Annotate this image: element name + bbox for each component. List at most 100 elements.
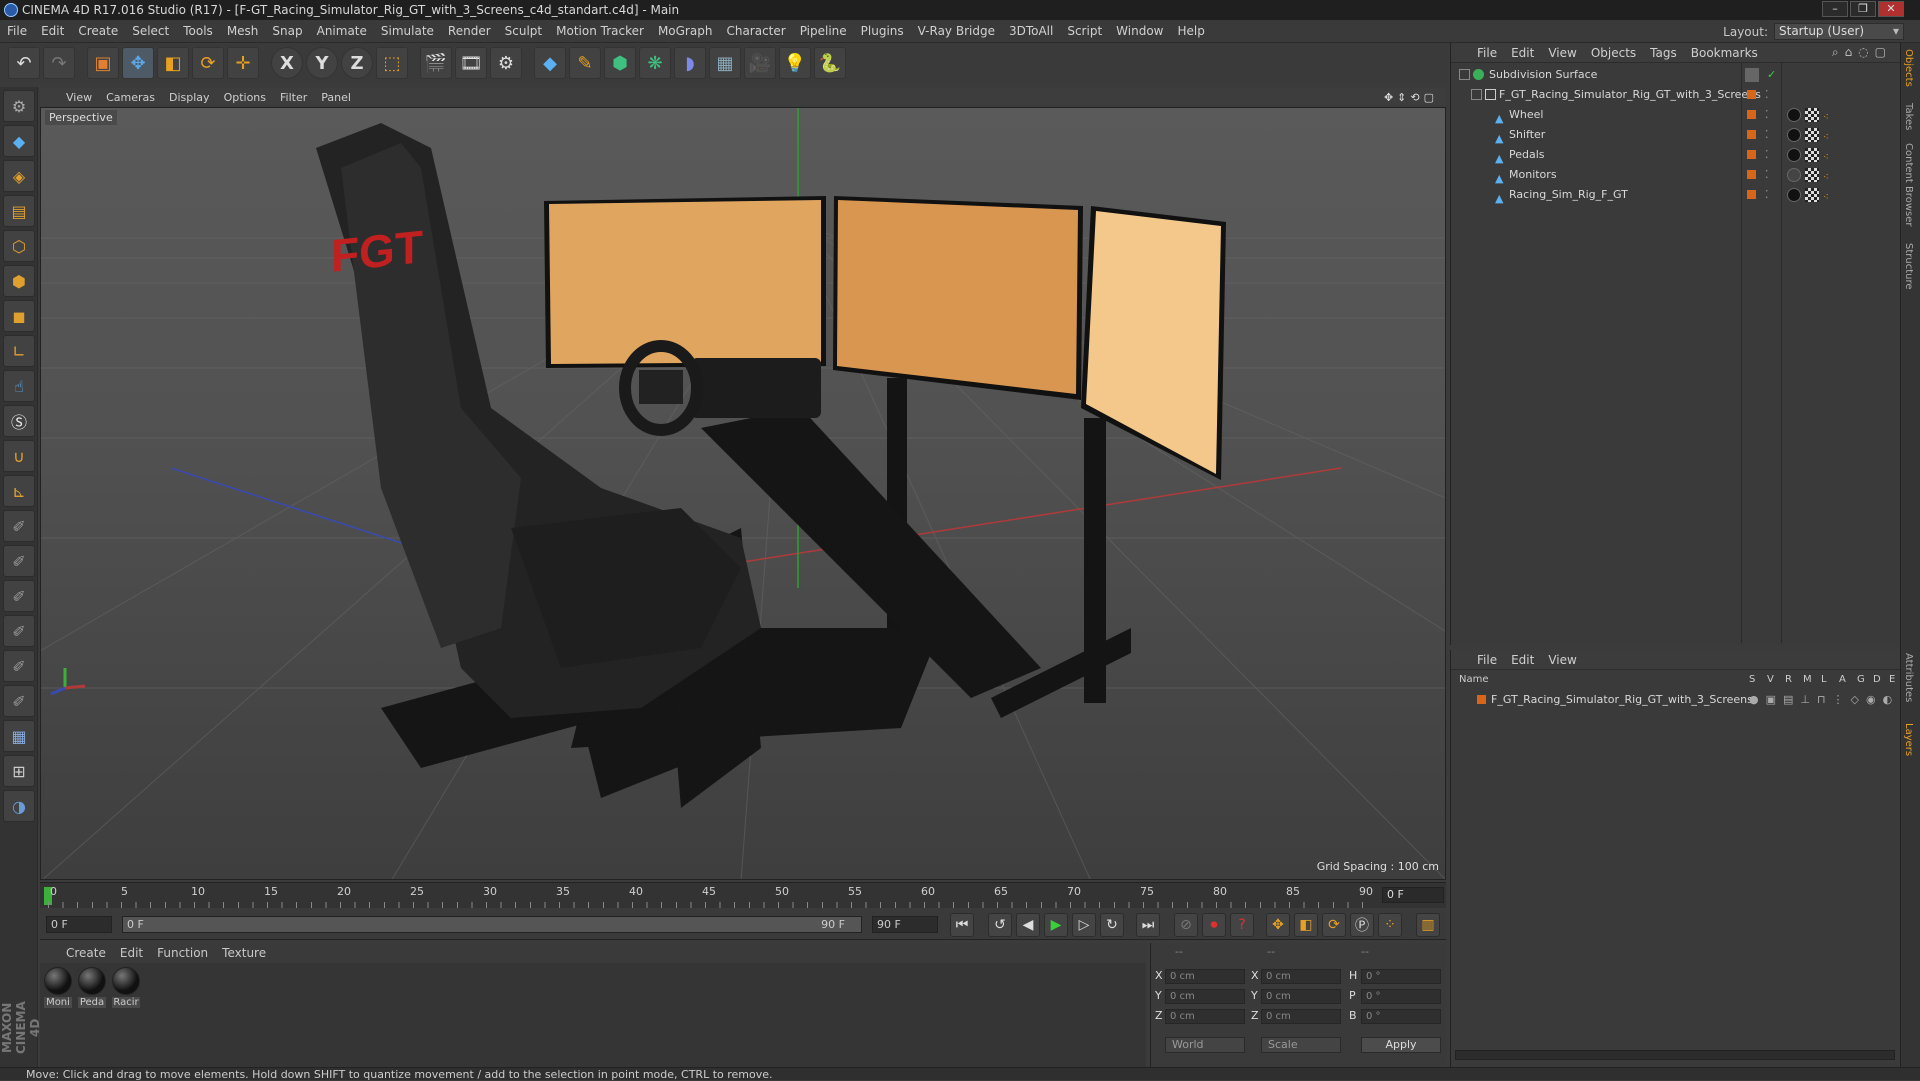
- menu-render[interactable]: Render: [441, 24, 498, 38]
- material-item[interactable]: Peda: [78, 967, 106, 1008]
- light-icon[interactable]: 💡: [779, 47, 811, 79]
- objects-menu-objects[interactable]: Objects: [1591, 46, 1636, 60]
- viewport-nav-icons[interactable]: ✥⇕⟲▢: [1384, 91, 1438, 104]
- menu-file[interactable]: File: [0, 24, 34, 38]
- texture-mode-icon[interactable]: ◈: [3, 160, 35, 192]
- menu-sculpt[interactable]: Sculpt: [498, 24, 549, 38]
- key-scale-icon[interactable]: ◧: [1294, 913, 1318, 937]
- visibility-dots-icon[interactable]: ⁚: [1765, 165, 1769, 185]
- next-frame-icon[interactable]: ▷: [1072, 913, 1096, 937]
- sculpt-brush-6-icon[interactable]: ✐: [3, 685, 35, 717]
- key-position-icon[interactable]: ✥: [1266, 913, 1290, 937]
- material-tag-icon[interactable]: [1787, 168, 1801, 182]
- material-tag-icon[interactable]: [1787, 148, 1801, 162]
- enabled-check-icon[interactable]: ✓: [1767, 65, 1776, 85]
- sculpt-brush-5-icon[interactable]: ✐: [3, 650, 35, 682]
- viewport-menu-filter[interactable]: Filter: [280, 91, 307, 104]
- frame-range-slider[interactable]: 0 F 90 F: [122, 916, 862, 933]
- coord-mode-dropdown[interactable]: Scale: [1261, 1037, 1341, 1053]
- grid-icon[interactable]: ⊞: [3, 755, 35, 787]
- rotate-icon[interactable]: ⟳: [192, 47, 224, 79]
- menu-create[interactable]: Create: [71, 24, 125, 38]
- render-view-icon[interactable]: 🎬: [420, 47, 452, 79]
- material-menu-function[interactable]: Function: [157, 946, 208, 960]
- timeline-layout-icon[interactable]: ▥: [1416, 913, 1440, 937]
- maximize-button[interactable]: ❐: [1850, 1, 1876, 17]
- objects-menu-view[interactable]: View: [1548, 46, 1576, 60]
- layer-row[interactable]: F_GT_Racing_Simulator_Rig_GT_with_3_Scre…: [1451, 690, 1901, 710]
- position-z-field[interactable]: 0 cm: [1165, 1009, 1245, 1024]
- keyframe-selection-icon[interactable]: ?: [1230, 913, 1254, 937]
- object-row[interactable]: F_GT_Racing_Simulator_Rig_GT_with_3_Scre…: [1451, 85, 1901, 105]
- pen-icon[interactable]: ✎: [569, 47, 601, 79]
- selection-tag-icon[interactable]: ⁖: [1823, 188, 1837, 203]
- floor-icon[interactable]: ▦: [709, 47, 741, 79]
- size-y-field[interactable]: 0 cm: [1261, 989, 1341, 1004]
- magnet-icon[interactable]: ∪: [3, 440, 35, 472]
- python-icon[interactable]: 🐍: [814, 47, 846, 79]
- viewport-menu-options[interactable]: Options: [224, 91, 266, 104]
- tab-structure[interactable]: Structure: [1903, 243, 1914, 290]
- points-mode-icon[interactable]: ⬡: [3, 230, 35, 262]
- deformer-icon[interactable]: ◗: [674, 47, 706, 79]
- visibility-dots-icon[interactable]: ⁚: [1765, 145, 1769, 165]
- scale-icon[interactable]: ◧: [157, 47, 189, 79]
- object-row[interactable]: ▲ Wheel ⁚ ⁖: [1451, 105, 1901, 125]
- search-icon[interactable]: ⌕⌂◌▢: [1832, 45, 1892, 60]
- key-rotation-icon[interactable]: ⟳: [1322, 913, 1346, 937]
- viewport-menu-cameras[interactable]: Cameras: [106, 91, 155, 104]
- tweak-icon[interactable]: ☝: [3, 370, 35, 402]
- go-to-end-icon[interactable]: ⏭: [1136, 913, 1160, 937]
- tab-takes[interactable]: Takes: [1903, 103, 1914, 130]
- next-key-icon[interactable]: ↻: [1100, 913, 1124, 937]
- previous-frame-icon[interactable]: ◀: [1016, 913, 1040, 937]
- layer-toggle-icons[interactable]: ●▣▤⊥⊓⋮◇◉◐: [1749, 690, 1899, 710]
- expand-toggle-icon[interactable]: [1459, 69, 1470, 80]
- objects-menu-bookmarks[interactable]: Bookmarks: [1691, 46, 1758, 60]
- viewport-menu-display[interactable]: Display: [169, 91, 210, 104]
- selection-tag-icon[interactable]: ⁖: [1823, 128, 1837, 143]
- coord-system-dropdown[interactable]: World: [1165, 1037, 1245, 1053]
- polygons-mode-icon[interactable]: ◼: [3, 300, 35, 332]
- current-frame-field[interactable]: 0 F: [1382, 887, 1444, 903]
- render-picture-queue-icon[interactable]: 🎞: [455, 47, 487, 79]
- rotation-p-field[interactable]: 0 °: [1361, 989, 1441, 1004]
- z-axis-icon[interactable]: Z: [341, 47, 373, 79]
- texture-tag-icon[interactable]: [1805, 108, 1819, 122]
- expand-toggle-icon[interactable]: [1471, 89, 1482, 100]
- layer-column-solo[interactable]: S: [1749, 674, 1755, 685]
- apply-button[interactable]: Apply: [1361, 1037, 1441, 1053]
- material-tag-icon[interactable]: [1787, 188, 1801, 202]
- layer-column-animation[interactable]: A: [1839, 674, 1846, 685]
- object-row[interactable]: Subdivision Surface ✓: [1451, 65, 1901, 85]
- menu-character[interactable]: Character: [719, 24, 792, 38]
- redo-icon[interactable]: ↷: [43, 47, 75, 79]
- sculpt-brush-2-icon[interactable]: ✐: [3, 545, 35, 577]
- texture-tag-icon[interactable]: [1805, 168, 1819, 182]
- tab-objects[interactable]: Objects: [1903, 49, 1914, 87]
- texture-tag-icon[interactable]: [1805, 188, 1819, 202]
- size-z-field[interactable]: 0 cm: [1261, 1009, 1341, 1024]
- menu-animate[interactable]: Animate: [310, 24, 374, 38]
- coord-system-icon[interactable]: ⬚: [376, 47, 408, 79]
- selection-tag-icon[interactable]: ⁖: [1823, 108, 1837, 123]
- x-axis-icon[interactable]: X: [271, 47, 303, 79]
- end-frame-field[interactable]: 90 F: [872, 916, 938, 933]
- visibility-toggle-icon[interactable]: [1745, 68, 1759, 82]
- layer-column-locked[interactable]: L: [1821, 674, 1827, 685]
- menu-help[interactable]: Help: [1170, 24, 1211, 38]
- sculpt-brush-1-icon[interactable]: ✐: [3, 510, 35, 542]
- material-tag-icon[interactable]: [1787, 128, 1801, 142]
- position-x-field[interactable]: 0 cm: [1165, 969, 1245, 984]
- layer-column-view[interactable]: V: [1767, 674, 1774, 685]
- objects-menu-file[interactable]: File: [1477, 46, 1497, 60]
- visibility-dots-icon[interactable]: ⁚: [1765, 185, 1769, 205]
- rotation-b-field[interactable]: 0 °: [1361, 1009, 1441, 1024]
- tab-attributes[interactable]: Attributes: [1903, 653, 1914, 702]
- key-param-icon[interactable]: Ⓟ: [1350, 913, 1374, 937]
- subdivision-icon[interactable]: ⬢: [604, 47, 636, 79]
- menu-mograph[interactable]: MoGraph: [651, 24, 720, 38]
- layer-column-manager[interactable]: M: [1803, 674, 1812, 685]
- menu-plugins[interactable]: Plugins: [854, 24, 911, 38]
- make-editable-icon[interactable]: ⚙: [3, 90, 35, 122]
